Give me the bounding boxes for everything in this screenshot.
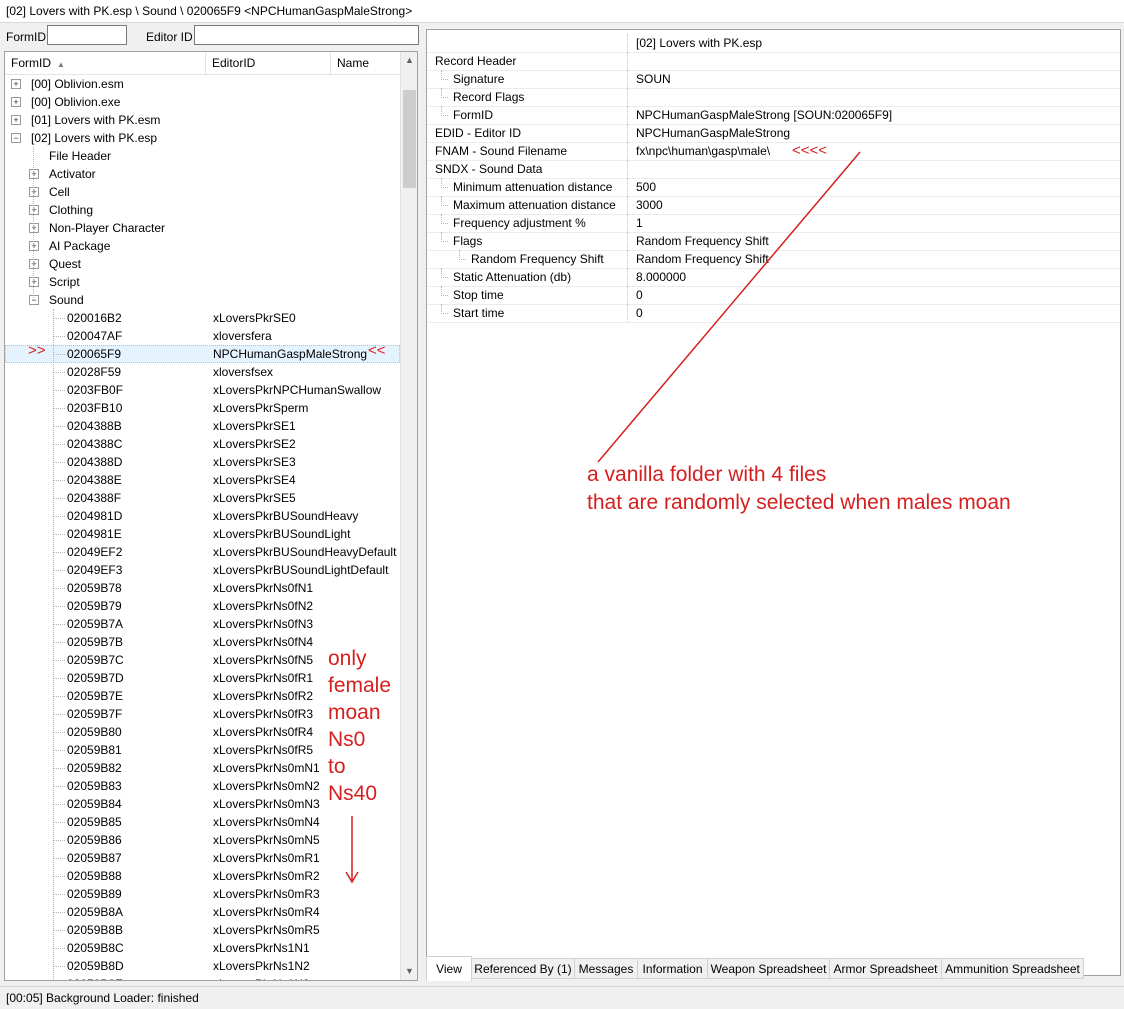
annotation-female-note: only female moan Ns0 to Ns40: [328, 647, 392, 805]
arrow-down-icon: [345, 816, 359, 884]
annotation-pointer-line: [597, 151, 861, 463]
annotation-vanilla-note: a vanilla folder with 4 files that are r…: [587, 463, 1011, 514]
